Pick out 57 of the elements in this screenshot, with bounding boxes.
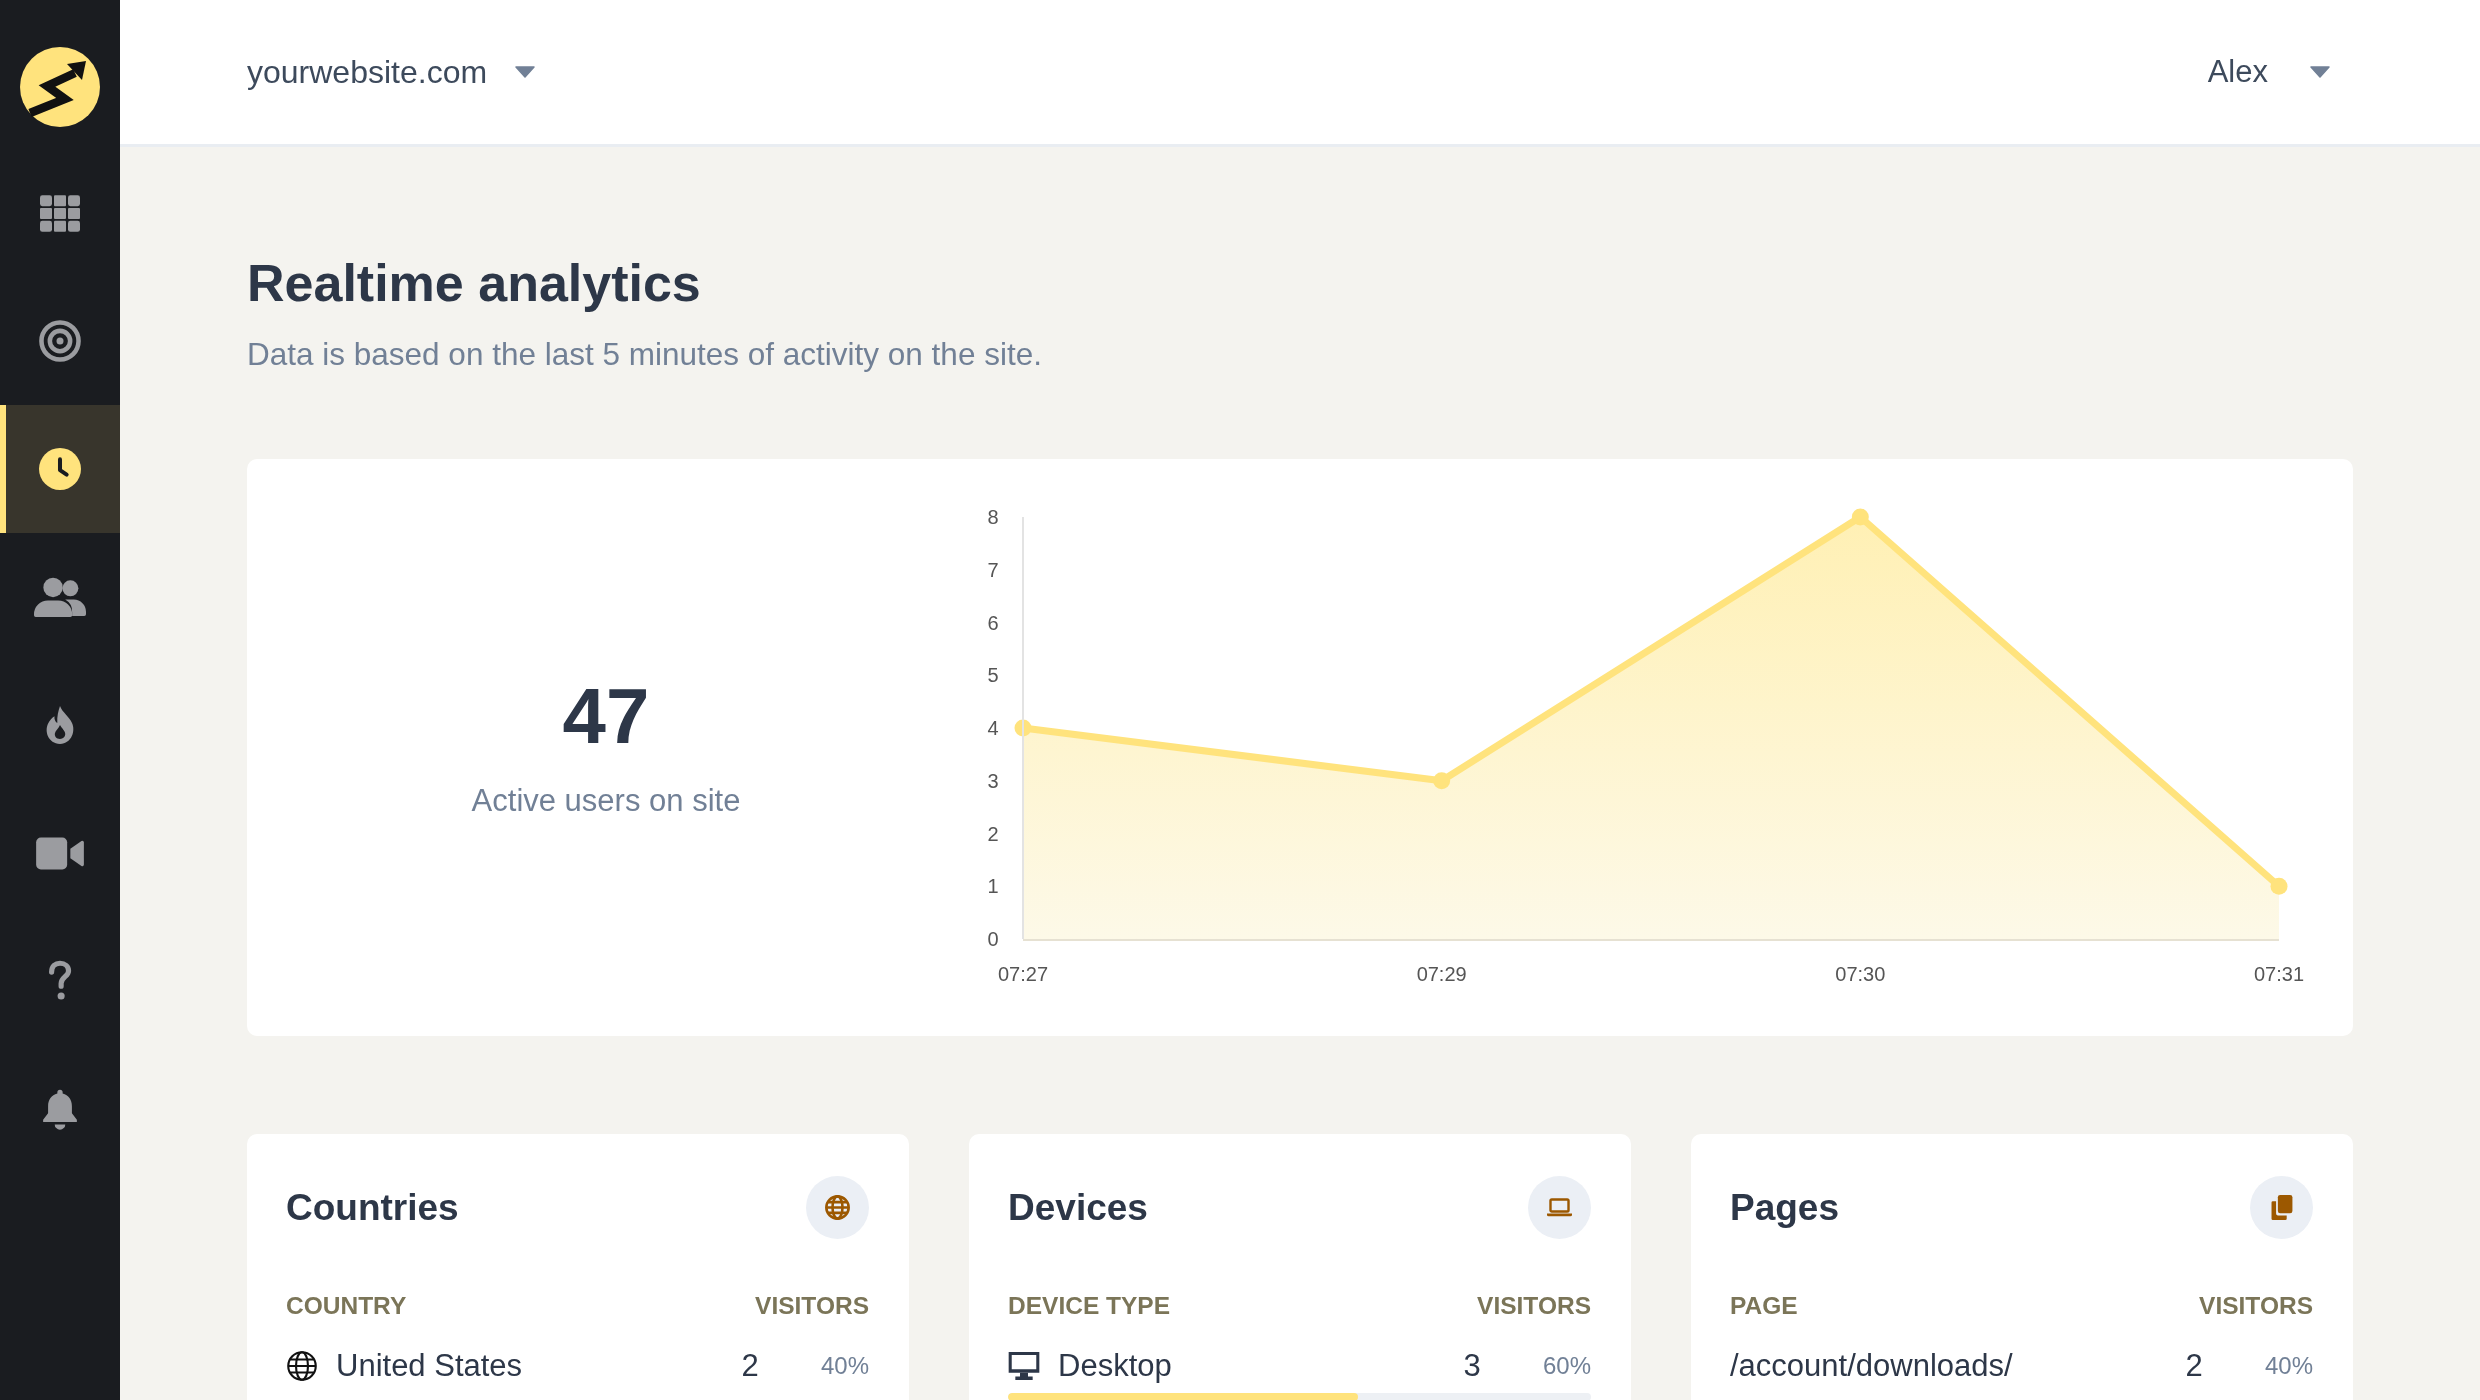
- x-axis-label: 07:31: [2253, 963, 2305, 985]
- globe-icon: [286, 1351, 318, 1381]
- visitor-share: 60%: [1541, 1351, 1591, 1381]
- y-axis-label: 3: [987, 769, 999, 792]
- y-axis-label: 7: [987, 558, 999, 581]
- user-menu[interactable]: Alex: [2207, 52, 2330, 92]
- y-axis-label: 5: [987, 664, 999, 687]
- x-axis-label: 07:29: [1416, 963, 1467, 985]
- row-label: United States: [336, 1347, 524, 1385]
- laptop-icon: [1528, 1176, 1591, 1239]
- page-title: Realtime analytics: [247, 253, 702, 314]
- panel-title: Pages: [1730, 1185, 1839, 1230]
- page-subtitle: Data is based on the last 5 minutes of activity on the site.: [247, 336, 1043, 372]
- y-axis-label: 4: [987, 717, 999, 739]
- visitor-count: 2: [740, 1347, 760, 1385]
- visitor-count: 2: [2184, 1347, 2204, 1385]
- column-header: COUNTRY: [286, 1292, 407, 1320]
- target-icon: [39, 320, 81, 362]
- column-header: PAGE: [1730, 1292, 1798, 1320]
- x-axis-label: 07:27: [997, 963, 1049, 985]
- caret-icon: [515, 66, 536, 78]
- row-label: /account/downloads/: [1730, 1347, 2014, 1385]
- data-point: [1014, 719, 1032, 737]
- row-label: Desktop: [1058, 1347, 1173, 1385]
- panel-title: Devices: [1008, 1185, 1148, 1230]
- visitor-share: 40%: [819, 1351, 869, 1381]
- active-users-label: Active users on site: [471, 783, 741, 819]
- data-point: [2270, 877, 2288, 895]
- column-header: VISITORS: [2199, 1292, 2313, 1320]
- visitor-count: 3: [1462, 1347, 1482, 1385]
- y-axis-label: 6: [987, 611, 999, 634]
- sidebar-item[interactable]: [0, 405, 120, 533]
- active-users-count: 47: [562, 671, 650, 761]
- column-header: VISITORS: [1477, 1292, 1591, 1320]
- copy-icon: [2250, 1176, 2313, 1239]
- clock-icon: [39, 448, 81, 490]
- data-point: [1851, 508, 1869, 526]
- x-axis-label: 07:30: [1835, 963, 1886, 985]
- site-selector[interactable]: yourwebsite.com: [247, 52, 536, 92]
- y-axis-label: 1: [987, 875, 999, 898]
- y-axis-label: 8: [987, 506, 999, 528]
- app-logo[interactable]: [20, 47, 100, 127]
- globe-icon: [806, 1176, 869, 1239]
- help-icon: [47, 960, 73, 1002]
- data-point: [1433, 772, 1451, 790]
- panel-title: Countries: [286, 1185, 459, 1230]
- bell-icon: [40, 1087, 80, 1131]
- desktop-monitor-icon: [1008, 1351, 1040, 1381]
- caret-icon: [2310, 66, 2330, 78]
- column-header: DEVICE TYPE: [1008, 1292, 1170, 1320]
- column-header: VISITORS: [755, 1292, 869, 1320]
- y-axis-label: 2: [987, 822, 999, 845]
- grid-icon: [40, 194, 80, 232]
- users-icon: [34, 577, 86, 617]
- visitor-share: 40%: [2263, 1351, 2313, 1381]
- y-axis-label: 0: [987, 928, 999, 950]
- video-camera-icon: [36, 835, 84, 871]
